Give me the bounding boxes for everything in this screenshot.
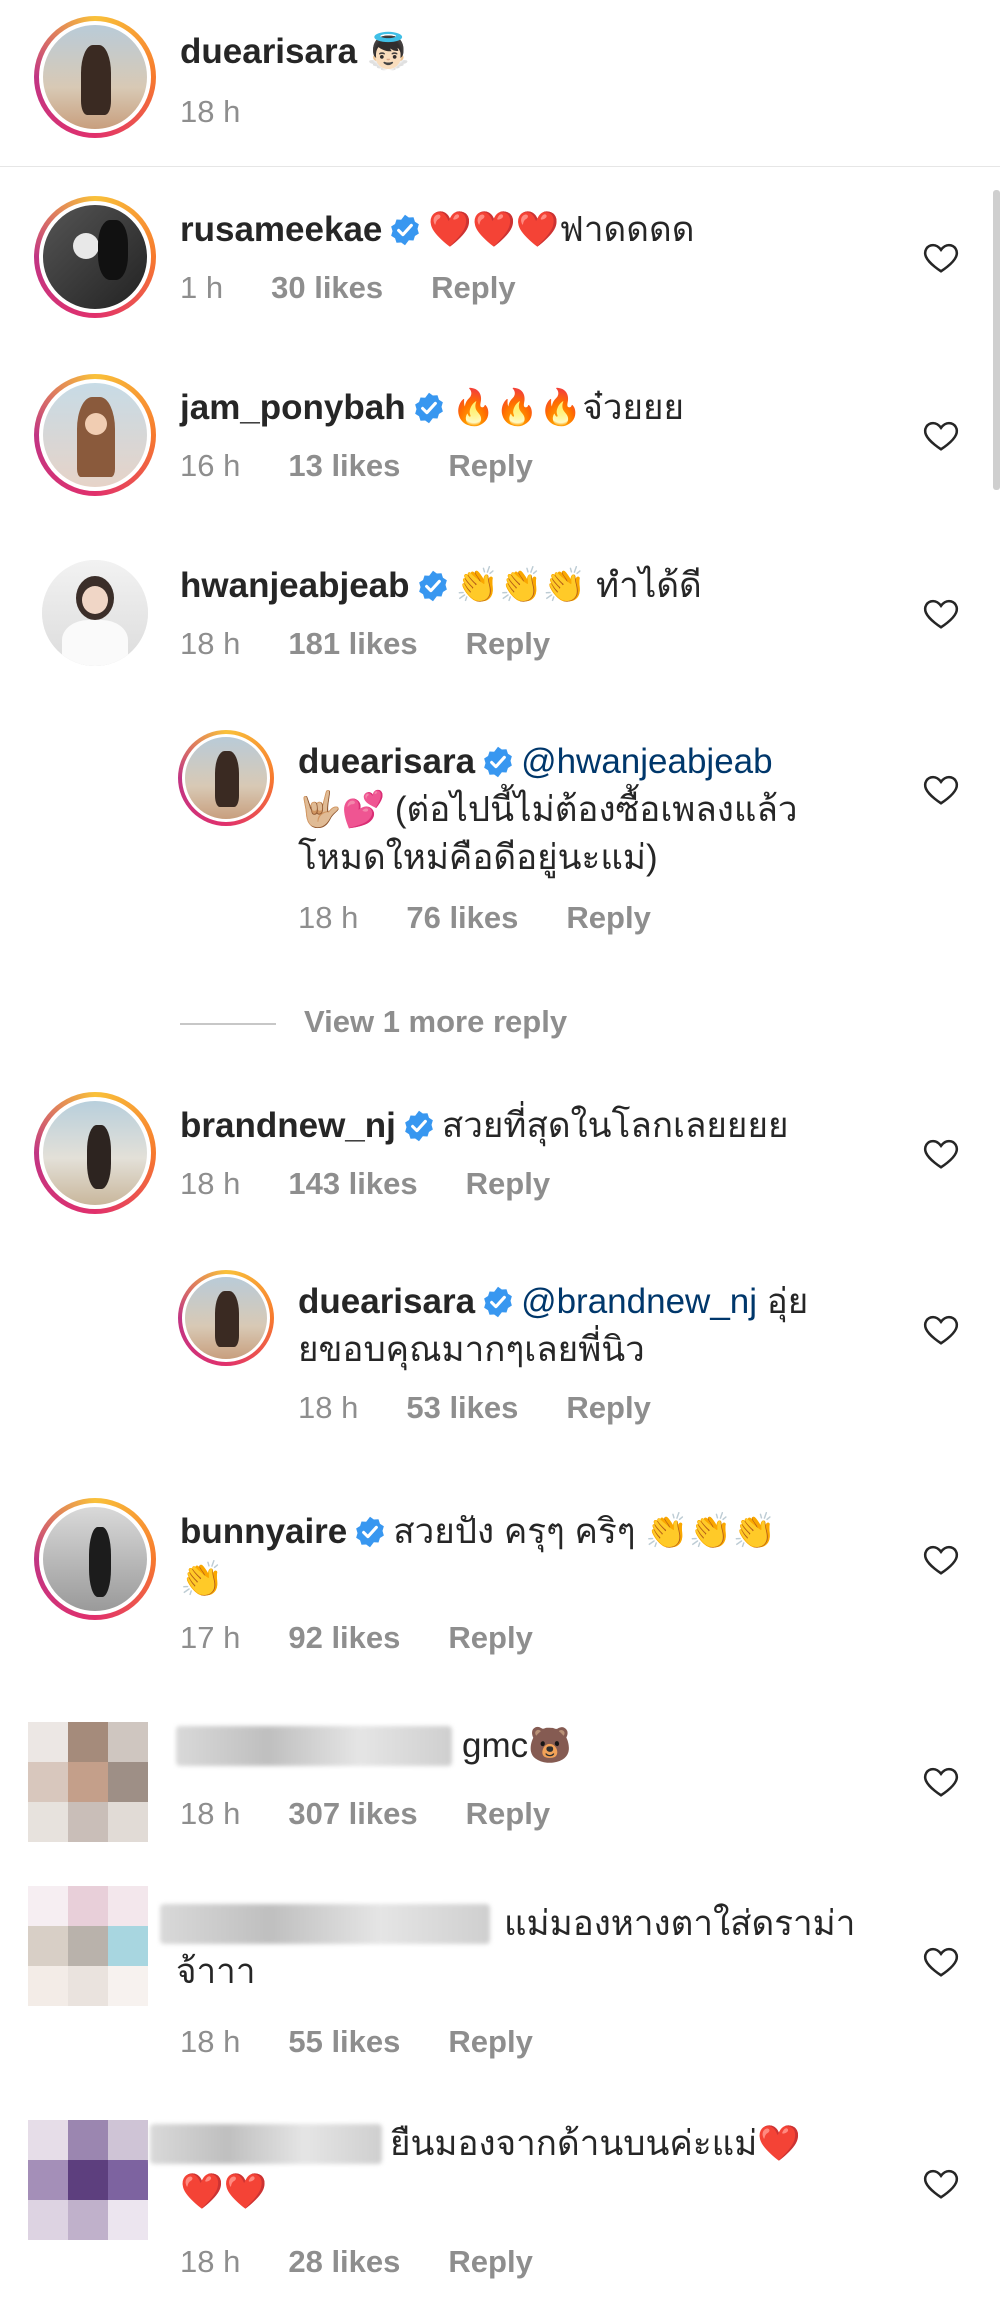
timestamp: 17 h <box>180 1620 241 1655</box>
timestamp: 18 h <box>180 2024 241 2059</box>
avatar[interactable] <box>34 16 156 138</box>
reply-button[interactable]: Reply <box>448 448 532 483</box>
username[interactable]: rusameekae <box>180 210 382 249</box>
comment-text: แม่มองหางตาใส่ดราม่า <box>504 1904 856 1943</box>
verified-badge-icon <box>418 570 447 602</box>
reply-button[interactable]: Reply <box>448 1620 532 1655</box>
heart-icon[interactable] <box>922 1310 960 1348</box>
likes-count[interactable]: 55 likes <box>288 2024 400 2059</box>
reply-button[interactable]: Reply <box>466 1166 550 1201</box>
reply-button[interactable]: Reply <box>448 2024 532 2059</box>
timestamp: 18 h <box>180 626 241 661</box>
comment-text: ❤️❤️❤️ฟาดดดด <box>428 210 695 249</box>
avatar[interactable] <box>178 1270 274 1366</box>
verified-badge-icon <box>391 214 420 246</box>
likes-count[interactable]: 143 likes <box>288 1166 417 1201</box>
likes-count[interactable]: 30 likes <box>271 270 383 305</box>
avatar[interactable] <box>178 730 274 826</box>
heart-icon[interactable] <box>922 1942 960 1980</box>
comment-text: gmc🐻 <box>462 1726 572 1765</box>
comment-text: สวยปัง ครุๆ คริๆ 👏👏👏 <box>393 1512 777 1551</box>
timestamp: 18 h <box>180 94 241 129</box>
timestamp: 1 h <box>180 270 224 305</box>
comment-text: โหมดใหม่คือดีอยู่นะแม่) <box>298 838 658 877</box>
timestamp: 16 h <box>180 448 241 483</box>
comment-text: 👏 <box>180 1560 224 1599</box>
mention-link[interactable]: @brandnew_nj <box>521 1282 757 1321</box>
heart-icon[interactable] <box>922 1762 960 1800</box>
username[interactable]: duearisara <box>180 32 357 71</box>
heart-icon[interactable] <box>922 770 960 808</box>
avatar[interactable] <box>28 2120 148 2240</box>
avatar[interactable] <box>28 1886 148 2006</box>
username[interactable]: brandnew_nj <box>180 1106 396 1145</box>
reply-button[interactable]: Reply <box>466 1796 550 1831</box>
timestamp: 18 h <box>180 2244 241 2279</box>
reply-button[interactable]: Reply <box>566 1390 650 1425</box>
username[interactable]: duearisara <box>298 742 475 781</box>
view-more-replies-button[interactable]: View 1 more reply <box>180 1004 567 1040</box>
avatar[interactable] <box>34 1092 156 1214</box>
likes-count[interactable]: 53 likes <box>406 1390 518 1425</box>
avatar[interactable] <box>34 196 156 318</box>
heart-icon[interactable] <box>922 1134 960 1172</box>
heart-icon[interactable] <box>922 594 960 632</box>
verified-badge-icon <box>484 1286 512 1318</box>
timestamp: 18 h <box>180 1166 241 1201</box>
likes-count[interactable]: 28 likes <box>288 2244 400 2279</box>
timestamp: 18 h <box>180 1796 241 1831</box>
avatar[interactable] <box>34 1498 156 1620</box>
reply-button[interactable]: Reply <box>448 2244 532 2279</box>
username[interactable]: bunnyaire <box>180 1512 347 1551</box>
caption-text: 👼🏻 <box>366 32 411 71</box>
avatar[interactable] <box>28 1722 148 1842</box>
divider <box>180 1022 276 1025</box>
timestamp: 18 h <box>298 1390 359 1425</box>
comment-text: สวยที่สุดในโลกเลยยยย <box>441 1106 789 1145</box>
avatar[interactable] <box>34 374 156 496</box>
likes-count[interactable]: 76 likes <box>406 900 518 935</box>
reply-button[interactable]: Reply <box>431 270 515 305</box>
heart-icon[interactable] <box>922 416 960 454</box>
post-caption: duearisara 👼🏻 18 h <box>0 0 1000 167</box>
likes-count[interactable]: 13 likes <box>288 448 400 483</box>
reply-button[interactable]: Reply <box>566 900 650 935</box>
comment-text: อุ่ย <box>757 1282 809 1321</box>
likes-count[interactable]: 181 likes <box>288 626 417 661</box>
username[interactable]: duearisara <box>298 1282 475 1321</box>
reply-button[interactable]: Reply <box>466 626 550 661</box>
avatar[interactable] <box>42 560 148 666</box>
blurred-username[interactable] <box>176 1726 452 1766</box>
verified-badge-icon <box>405 1110 433 1142</box>
comment-text: จ้าาา <box>176 1952 256 1991</box>
username[interactable]: jam_ponybah <box>180 388 406 427</box>
comment-text: 🔥🔥🔥จ๋วยยย <box>451 388 685 427</box>
timestamp: 18 h <box>298 900 359 935</box>
heart-icon[interactable] <box>922 238 960 276</box>
heart-icon[interactable] <box>922 2164 960 2202</box>
likes-count[interactable]: 307 likes <box>288 1796 417 1831</box>
username[interactable]: hwanjeabjeab <box>180 566 410 605</box>
heart-icon[interactable] <box>922 1540 960 1578</box>
mention-link[interactable]: @hwanjeabjeab <box>521 742 773 781</box>
likes-count[interactable]: 92 likes <box>288 1620 400 1655</box>
verified-badge-icon <box>356 1516 385 1548</box>
comment-text: 🤟🏼💕 (ต่อไปนี้ไม่ต้องซื้อเพลงแล้ว <box>298 790 798 829</box>
comment-text: 👏👏👏 ทำได้ดี <box>455 566 702 605</box>
verified-badge-icon <box>414 392 443 424</box>
comment-text: ❤️❤️ <box>180 2172 268 2211</box>
comment-text: ยืนมองจากด้านบนค่ะแม่❤️ <box>390 2124 801 2163</box>
scrollbar[interactable] <box>993 190 1000 490</box>
verified-badge-icon <box>484 746 512 778</box>
comment-text: ยขอบคุณมากๆเลยพี่นิว <box>298 1330 645 1369</box>
